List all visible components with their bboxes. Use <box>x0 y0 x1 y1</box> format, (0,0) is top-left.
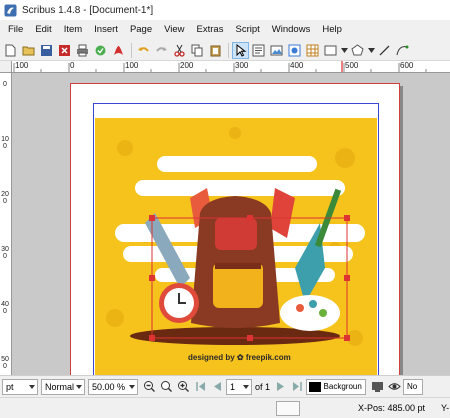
zoom-in-icon[interactable] <box>175 379 191 395</box>
horizontal-ruler[interactable]: 100 0 100 200 300 400 500 600 <box>12 61 450 73</box>
ruler-tick-label: 300 <box>235 61 249 70</box>
ruler-tick-label: 100 <box>15 61 29 70</box>
ruler-tick-label: 0 <box>70 61 75 70</box>
first-page-icon[interactable] <box>192 379 208 395</box>
shape-icon[interactable] <box>322 42 339 59</box>
status-bar: pt Normal 50.00 % 1 of 1 Background No <box>0 375 450 397</box>
previous-page-icon[interactable] <box>209 379 225 395</box>
visual-appearance-value: No <box>407 382 418 391</box>
layer-select[interactable]: Background <box>306 378 367 395</box>
undo-icon[interactable] <box>135 42 152 59</box>
ruler-tick-label: 500 <box>345 61 359 70</box>
ruler-tick-label: 300 <box>1 246 9 260</box>
polygon-icon[interactable] <box>349 42 366 59</box>
scribus-app-icon <box>4 4 17 16</box>
backpack-illustration <box>95 118 377 375</box>
shape-dropdown-chevron-icon[interactable] <box>340 42 348 59</box>
image-frame-icon[interactable] <box>268 42 285 59</box>
open-document-icon[interactable] <box>20 42 37 59</box>
display-settings-icon[interactable] <box>369 379 385 395</box>
menu-bar: File Edit Item Insert Page View Extras S… <box>0 20 450 40</box>
toolbar-separator <box>131 42 132 58</box>
menu-page[interactable]: Page <box>124 20 158 40</box>
zoom-level-field[interactable]: 50.00 % <box>88 378 138 395</box>
table-icon[interactable] <box>304 42 321 59</box>
menu-file[interactable]: File <box>2 20 29 40</box>
menu-item[interactable]: Item <box>58 20 88 40</box>
page-count-label: of 1 <box>255 381 271 392</box>
copy-icon[interactable] <box>189 42 206 59</box>
zoom-out-icon[interactable] <box>141 379 157 395</box>
menu-windows[interactable]: Windows <box>266 20 317 40</box>
save-icon[interactable] <box>38 42 55 59</box>
preview-toggle-icon[interactable] <box>386 379 402 395</box>
preview-mode-select[interactable]: Normal <box>41 378 85 395</box>
ruler-tick-label: 400 <box>290 61 304 70</box>
title-bar: Scribus 1.4.8 - [Document-1*] <box>0 0 450 20</box>
text-frame-icon[interactable] <box>250 42 267 59</box>
print-icon[interactable] <box>74 42 91 59</box>
ruler-tick-label: 500 <box>1 356 9 370</box>
horizontal-ruler-ticks <box>13 61 427 72</box>
menu-script[interactable]: Script <box>229 20 265 40</box>
vertical-ruler[interactable]: 0 100 200 300 400 500 <box>0 61 12 375</box>
chevron-down-icon <box>76 384 82 389</box>
ruler-tick-label: 200 <box>180 61 194 70</box>
line-icon[interactable] <box>376 42 393 59</box>
select-item-icon[interactable] <box>232 41 249 59</box>
last-page-icon[interactable] <box>289 379 305 395</box>
zoom-level-value: 50.00 % <box>92 381 126 392</box>
ruler-tick-label: 100 <box>1 136 9 150</box>
menu-view[interactable]: View <box>158 20 190 40</box>
toolbar-separator <box>228 42 229 58</box>
page-number-field[interactable]: 1 <box>226 378 252 395</box>
paste-icon[interactable] <box>207 42 224 59</box>
y-position-label: Y- <box>441 403 450 413</box>
ruler-origin-corner[interactable] <box>0 61 12 73</box>
render-frame-icon[interactable] <box>286 42 303 59</box>
layer-color-swatch <box>309 381 321 392</box>
visual-appearance-select[interactable]: No <box>403 378 424 395</box>
document-canvas[interactable]: designed by ✿ freepik.com <box>12 73 450 375</box>
ruler-tick-label: 600 <box>400 61 414 70</box>
main-toolbar <box>0 40 450 61</box>
document-page[interactable]: designed by ✿ freepik.com <box>70 83 400 375</box>
info-field[interactable] <box>276 401 300 416</box>
export-pdf-icon[interactable] <box>110 42 127 59</box>
close-document-icon[interactable] <box>56 42 73 59</box>
ruler-tick-label: 100 <box>125 61 139 70</box>
unit-select[interactable]: pt <box>2 378 38 395</box>
cut-icon[interactable] <box>171 42 188 59</box>
preview-mode-value: Normal <box>45 381 75 392</box>
page-number-value: 1 <box>230 381 236 392</box>
preflight-icon[interactable] <box>92 42 109 59</box>
chevron-down-icon <box>243 384 249 389</box>
ruler-tick-label: 0 <box>3 81 7 88</box>
image-frame[interactable] <box>95 118 377 375</box>
polygon-dropdown-chevron-icon[interactable] <box>367 42 375 59</box>
coordinate-bar: X-Pos: 485.00 pt Y- <box>0 397 450 418</box>
freepik-credit: designed by ✿ freepik.com <box>188 353 291 362</box>
window-title: Scribus 1.4.8 - [Document-1*] <box>22 4 154 16</box>
menu-edit[interactable]: Edit <box>29 20 57 40</box>
new-document-icon[interactable] <box>2 42 19 59</box>
menu-help[interactable]: Help <box>316 20 348 40</box>
ruler-tick-label: 400 <box>1 301 9 315</box>
unit-value: pt <box>6 381 14 392</box>
zoom-100-icon[interactable] <box>158 379 174 395</box>
ruler-tick-label: 200 <box>1 191 9 205</box>
menu-extras[interactable]: Extras <box>191 20 230 40</box>
layer-name-value: Background <box>323 382 363 391</box>
menu-insert[interactable]: Insert <box>88 20 124 40</box>
bezier-curve-icon[interactable] <box>394 42 411 59</box>
scribus-window: Scribus 1.4.8 - [Document-1*] File Edit … <box>0 0 450 418</box>
chevron-down-icon <box>29 384 35 389</box>
x-position-readout: X-Pos: 485.00 pt <box>358 403 426 413</box>
redo-icon[interactable] <box>153 42 170 59</box>
chevron-down-icon <box>129 384 135 389</box>
next-page-icon[interactable] <box>272 379 288 395</box>
